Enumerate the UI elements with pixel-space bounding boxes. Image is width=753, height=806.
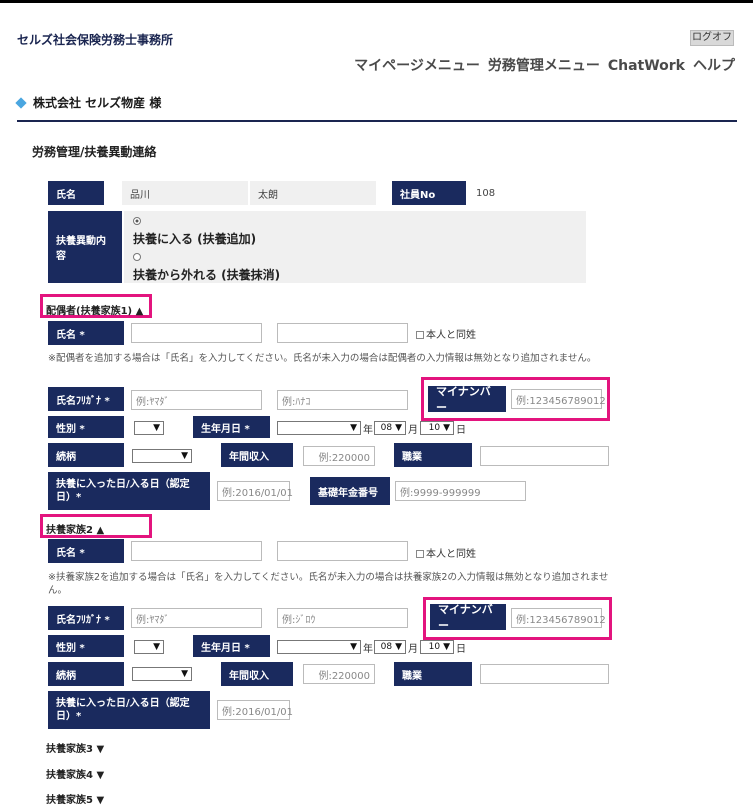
company-name: 株式会社 セルズ物産 様 (15, 94, 162, 111)
page-title: 労務管理/扶養異動連絡 (32, 145, 157, 159)
dep2-job-label: 職業 (394, 662, 472, 686)
dep2-mynumber-label: マイナンバー (430, 603, 506, 632)
logout-button[interactable]: ログオフ (690, 30, 734, 46)
employee-first-name: 太朗 (250, 181, 376, 205)
dep2-job-input[interactable] (480, 664, 609, 684)
nav-chatwork[interactable]: ChatWork (608, 58, 685, 74)
dep3-toggle[interactable]: 扶養家族3 ▼ (46, 740, 104, 755)
spouse-sex-select[interactable]: ▼ (134, 421, 164, 435)
dep2-relation-label: 続柄 (48, 662, 124, 686)
nav-labor[interactable]: 労務管理メニュー (488, 58, 600, 74)
dep2-date-label: 扶養に入った日/入る日（認定日）* (48, 691, 210, 729)
dep2-birth-year-select[interactable]: ▼ (277, 640, 361, 654)
dep2-note: ※扶養家族2を追加する場合は「氏名」を入力してください。氏名が未入力の場合は扶養… (48, 572, 609, 596)
dep2-birth-label: 生年月日 * (193, 635, 270, 657)
year-unit: 年 (363, 425, 373, 436)
dep2-birth-month-select[interactable]: 08 ▼ (374, 640, 406, 654)
spouse-last-name-input[interactable] (131, 323, 262, 343)
dep2-last-name-input[interactable] (131, 541, 262, 561)
divider (17, 120, 737, 122)
spouse-sex-label: 性別 * (48, 416, 124, 438)
dep5-toggle[interactable]: 扶養家族5 ▼ (46, 791, 104, 806)
change-type-label: 扶養異動内容 (48, 211, 122, 283)
spouse-same-surname[interactable]: 本人と同姓 (416, 326, 476, 341)
day-unit: 日 (456, 644, 466, 655)
spouse-birth-label: 生年月日 * (193, 416, 270, 438)
radio-remove[interactable] (133, 251, 141, 264)
dep2-kana-label: 氏名ﾌﾘｶﾞﾅ * (48, 606, 124, 630)
dep2-birth-day-select[interactable]: 10 ▼ (420, 640, 454, 654)
spouse-birth-year-select[interactable]: ▼ (277, 421, 361, 435)
spouse-birth-month-select[interactable]: 08 ▼ (374, 421, 406, 435)
spouse-kana-label: 氏名ﾌﾘｶﾞﾅ * (48, 387, 124, 411)
dep2-income-input[interactable]: 例:220000 (303, 664, 375, 684)
dep2-toggle[interactable]: 扶養家族2 ▲ (46, 521, 104, 536)
header: セルズ社会保険労務士事務所 ログオフ マイページメニュー 労務管理メニュー Chat… (0, 3, 753, 78)
spouse-date-input[interactable]: 例:2016/01/01 (217, 481, 293, 501)
spouse-relation-select[interactable]: ▼ (132, 449, 192, 463)
dep2-same-surname[interactable]: 本人と同姓 (416, 545, 476, 560)
dep4-toggle[interactable]: 扶養家族4 ▼ (46, 766, 104, 781)
main-nav: マイページメニュー 労務管理メニュー ChatWork ヘルプ (346, 55, 735, 75)
dep2-income-label: 年間収入 (221, 662, 293, 686)
diamond-icon (15, 97, 27, 109)
dep2-first-name-input[interactable] (277, 541, 408, 561)
dep2-mynumber-input[interactable]: 例:123456789012 (511, 608, 606, 628)
day-unit: 日 (456, 425, 466, 436)
spouse-name-label: 氏名 * (48, 321, 124, 345)
spouse-note: ※配偶者を追加する場合は「氏名」を入力してください。氏名が未入力の場合は配偶者の… (48, 353, 597, 364)
dep2-sex-label: 性別 * (48, 635, 124, 657)
spouse-kana-first-input[interactable]: 例:ﾊﾅｺ (277, 390, 408, 410)
spouse-toggle[interactable]: 配偶者(扶養家族1) ▲ (46, 302, 143, 317)
spouse-birth-day-select[interactable]: 10 ▼ (420, 421, 454, 435)
radio-add-label: 扶養に入る (扶養追加) (133, 232, 257, 246)
spouse-job-label: 職業 (394, 443, 472, 467)
spouse-first-name-input[interactable] (277, 323, 408, 343)
spouse-relation-label: 続柄 (48, 443, 124, 467)
spouse-income-label: 年間収入 (221, 443, 293, 467)
dep2-sex-select[interactable]: ▼ (134, 640, 164, 654)
employee-name-label: 氏名 (48, 181, 104, 205)
spouse-income-input[interactable]: 例:220000 (303, 446, 375, 466)
dep2-date-input[interactable]: 例:2016/01/01 (217, 700, 293, 720)
spouse-date-label: 扶養に入った日/入る日（認定日）* (48, 472, 210, 510)
employee-no-label: 社員No (392, 181, 466, 205)
spouse-mynumber-input[interactable]: 例:123456789012 (511, 389, 606, 409)
month-unit: 月 (408, 644, 418, 655)
site-title: セルズ社会保険労務士事務所 (17, 33, 174, 47)
company-label: 株式会社 セルズ物産 様 (33, 96, 162, 110)
employee-no-value: 108 (468, 181, 556, 205)
spouse-job-input[interactable] (480, 446, 609, 466)
year-unit: 年 (363, 644, 373, 655)
dep2-kana-last-input[interactable]: 例:ﾔﾏﾀﾞ (131, 608, 262, 628)
nav-help[interactable]: ヘルプ (693, 58, 735, 74)
dep2-name-label: 氏名 * (48, 539, 124, 563)
dep2-relation-select[interactable]: ▼ (132, 667, 192, 681)
month-unit: 月 (408, 425, 418, 436)
dep2-kana-first-input[interactable]: 例:ｼﾞﾛｳ (277, 608, 408, 628)
employee-last-name: 品川 (122, 181, 248, 205)
radio-remove-label: 扶養から外れる (扶養抹消) (133, 268, 281, 282)
spouse-mynumber-label: マイナンバー (428, 385, 506, 414)
spouse-pension-input[interactable]: 例:9999-999999 (395, 481, 526, 501)
radio-add[interactable] (133, 215, 141, 228)
spouse-kana-last-input[interactable]: 例:ﾔﾏﾀﾞ (131, 390, 262, 410)
spouse-pension-label: 基礎年金番号 (310, 477, 390, 505)
nav-mypage[interactable]: マイページメニュー (354, 58, 480, 74)
